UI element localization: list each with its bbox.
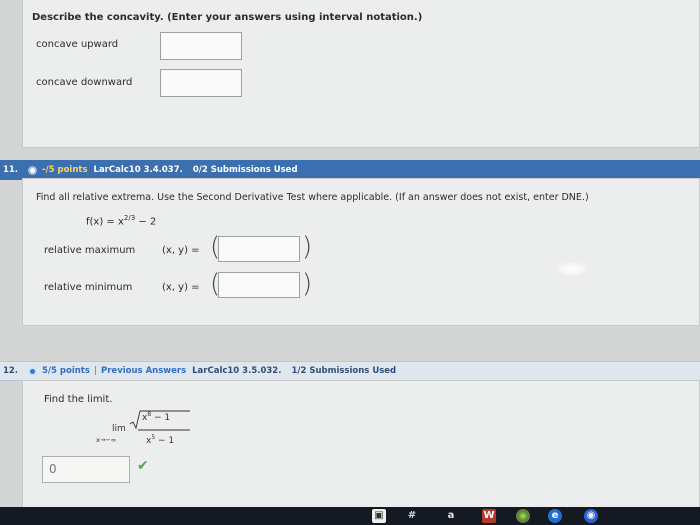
limit-numerator: x8 − 1 bbox=[142, 411, 170, 423]
concave-downward-input[interactable] bbox=[160, 69, 242, 97]
relative-minimum-label: relative minimum bbox=[44, 282, 133, 293]
concave-downward-label: concave downward bbox=[36, 77, 133, 88]
question-12-prompt: Find the limit. bbox=[44, 394, 113, 405]
firefox-icon[interactable]: ◉ bbox=[584, 509, 598, 523]
concave-upward-label: concave upward bbox=[36, 39, 119, 50]
store-icon[interactable]: # bbox=[405, 509, 419, 523]
relative-minimum-input[interactable] bbox=[218, 272, 300, 298]
word-icon[interactable]: W bbox=[482, 509, 496, 523]
question-11-number: 11. bbox=[2, 165, 18, 175]
internet-explorer-icon[interactable]: e bbox=[548, 509, 562, 523]
question-11-prompt: Find all relative extrema. Use the Secon… bbox=[36, 192, 589, 203]
question-11-function: f(x) = x2/3 − 2 bbox=[86, 214, 156, 227]
limit-answer-field[interactable]: 0 bbox=[42, 456, 130, 483]
function-exponent: 2/3 bbox=[123, 214, 136, 222]
question-status-icon bbox=[28, 366, 37, 376]
concave-upward-input[interactable] bbox=[160, 32, 242, 60]
question-12-number: 12. bbox=[2, 366, 18, 376]
chrome-icon[interactable] bbox=[516, 509, 530, 523]
question-12-reference: LarCalc10 3.5.032. bbox=[192, 366, 282, 376]
limit-operator: lim bbox=[112, 424, 126, 434]
relative-maximum-input[interactable] bbox=[218, 236, 300, 262]
screen-glare bbox=[558, 262, 586, 276]
lock-icon[interactable]: ▣ bbox=[372, 509, 386, 523]
question-11-header: 11. -/5 points LarCalc10 3.4.037. 0/2 Su… bbox=[0, 160, 700, 180]
correct-check-icon: ✔ bbox=[137, 458, 149, 474]
limit-text: lim bbox=[112, 424, 126, 434]
relative-minimum-close-paren: ) bbox=[302, 269, 313, 299]
amazon-icon[interactable]: a bbox=[444, 509, 458, 523]
function-lhs: f(x) = x bbox=[86, 216, 124, 228]
limit-subscript: x→−∞ bbox=[96, 436, 117, 444]
question-12-panel bbox=[22, 380, 700, 525]
question-12-points[interactable]: 5/5 points bbox=[42, 366, 90, 376]
question-11-points[interactable]: -/5 points bbox=[42, 165, 88, 175]
question-status-icon bbox=[28, 165, 37, 175]
header-separator: | bbox=[93, 366, 98, 376]
concavity-prompt: Describe the concavity. (Enter your answ… bbox=[32, 12, 423, 23]
denominator-rest: − 1 bbox=[155, 436, 175, 446]
limit-denominator: x5 − 1 bbox=[146, 434, 174, 446]
relative-maximum-xy-label: (x, y) = bbox=[162, 245, 200, 256]
previous-answers-link[interactable]: Previous Answers bbox=[101, 366, 186, 376]
numerator-rest: − 1 bbox=[151, 413, 171, 423]
relative-maximum-close-paren: ) bbox=[302, 232, 313, 262]
question-12-submissions: 1/2 Submissions Used bbox=[291, 366, 397, 376]
question-12-header: 12. 5/5 points | Previous Answers LarCal… bbox=[0, 361, 700, 381]
question-11-reference: LarCalc10 3.4.037. bbox=[93, 165, 183, 175]
relative-minimum-xy-label: (x, y) = bbox=[162, 282, 200, 293]
function-rhs: − 2 bbox=[135, 216, 157, 228]
relative-maximum-label: relative maximum bbox=[44, 245, 136, 256]
question-11-submissions: 0/2 Submissions Used bbox=[192, 165, 298, 175]
